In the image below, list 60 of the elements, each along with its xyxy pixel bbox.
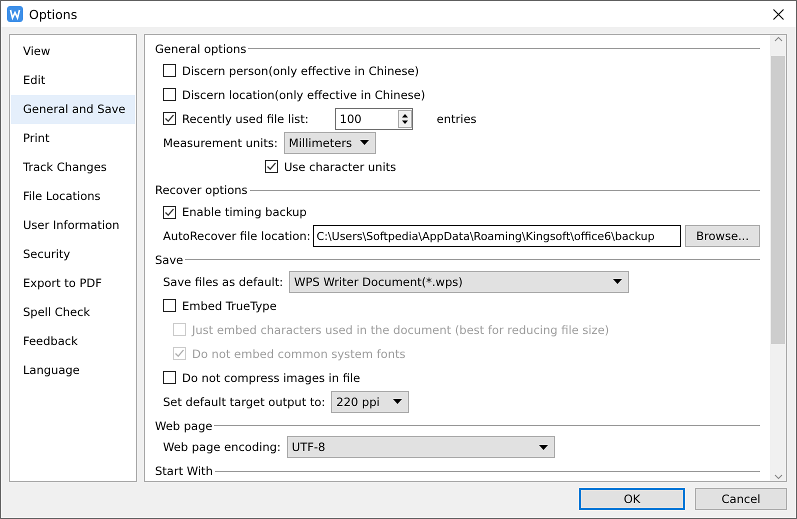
dropdown[interactable]: 220 ppi bbox=[331, 390, 410, 413]
dropdown[interactable]: UTF-8 bbox=[286, 436, 555, 458]
spinner-arrows-icon[interactable] bbox=[398, 110, 412, 128]
field-label: Measurement units: bbox=[163, 136, 278, 150]
number-field[interactable]: 100 bbox=[334, 108, 413, 130]
sidebar-item[interactable]: Security bbox=[11, 240, 135, 269]
suffix-label: entries bbox=[436, 112, 477, 126]
dropdown[interactable]: WPS Writer Document(*.wps) bbox=[289, 270, 630, 293]
section-title: Save bbox=[155, 252, 184, 267]
checkbox-label: Recently used file list: bbox=[182, 112, 309, 126]
checkbox[interactable] bbox=[163, 206, 176, 219]
caret-icon bbox=[538, 444, 548, 450]
sidebar-item[interactable]: Print bbox=[11, 124, 135, 153]
checkbox-label: Just embed characters used in the document (best for reducing file size) bbox=[192, 322, 610, 337]
path-field[interactable]: C:\Users\Softpedia\AppData\Roaming\Kingsoft\office6\backup bbox=[312, 225, 682, 248]
caret-icon bbox=[393, 399, 402, 404]
close-icon[interactable] bbox=[773, 8, 784, 20]
scroll-up-icon[interactable] bbox=[774, 36, 782, 42]
sidebar-item[interactable]: Export to PDF bbox=[11, 269, 135, 298]
sidebar-item[interactable]: View bbox=[11, 37, 135, 66]
app-logo-icon bbox=[7, 6, 23, 22]
scroll-thumb[interactable] bbox=[771, 56, 785, 344]
sidebar-item[interactable]: Language bbox=[11, 356, 135, 385]
field-label: Save files as default: bbox=[163, 274, 284, 289]
caret-icon bbox=[613, 279, 622, 284]
sidebar-item[interactable]: User Information bbox=[11, 211, 135, 240]
dropdown[interactable]: Millimeters bbox=[284, 132, 376, 154]
checkbox[interactable] bbox=[163, 112, 176, 126]
sidebar-item[interactable]: Feedback bbox=[11, 327, 135, 356]
sidebar-item[interactable]: File Locations bbox=[11, 182, 135, 211]
sidebar-item[interactable]: Spell Check bbox=[11, 298, 135, 327]
sidebar-item[interactable]: Edit bbox=[11, 66, 135, 95]
checkbox[interactable] bbox=[163, 299, 176, 312]
checkbox[interactable] bbox=[265, 160, 278, 174]
checkbox-label: Enable timing backup bbox=[182, 205, 307, 220]
browse-button[interactable]: Browse... bbox=[685, 225, 760, 248]
dialog-button[interactable]: Cancel bbox=[695, 488, 787, 510]
section-title: Recover options bbox=[155, 183, 248, 198]
field-label: Set default target output to: bbox=[163, 394, 326, 409]
field-label: Web page encoding: bbox=[163, 440, 281, 454]
checkbox-label: Use character units bbox=[284, 160, 396, 174]
dialog-button[interactable]: OK bbox=[579, 488, 685, 510]
section-title: Web page bbox=[155, 418, 212, 433]
checkbox-label: Do not embed common system fonts bbox=[192, 346, 406, 361]
window-title: Options bbox=[29, 6, 78, 22]
checkbox-label: Embed TrueType bbox=[182, 298, 277, 313]
sidebar-item[interactable]: General and Save bbox=[11, 95, 135, 124]
checkbox[interactable] bbox=[163, 88, 176, 102]
section-title: Start With bbox=[155, 464, 213, 478]
section-title: General options bbox=[155, 42, 246, 56]
caret-icon bbox=[360, 140, 369, 146]
checkbox-label: Discern location(only effective in Chinese) bbox=[182, 88, 426, 102]
checkbox-label: Do not compress images in file bbox=[182, 370, 360, 385]
checkbox[interactable] bbox=[163, 371, 176, 384]
field-label: AutoRecover file location: bbox=[163, 229, 311, 244]
scroll-down-icon[interactable] bbox=[774, 474, 782, 480]
checkbox[interactable] bbox=[163, 64, 176, 78]
checkbox-label: Discern person(only effective in Chinese) bbox=[182, 64, 420, 78]
scrollbar[interactable] bbox=[770, 35, 786, 481]
sidebar-item[interactable]: Track Changes bbox=[11, 153, 135, 182]
